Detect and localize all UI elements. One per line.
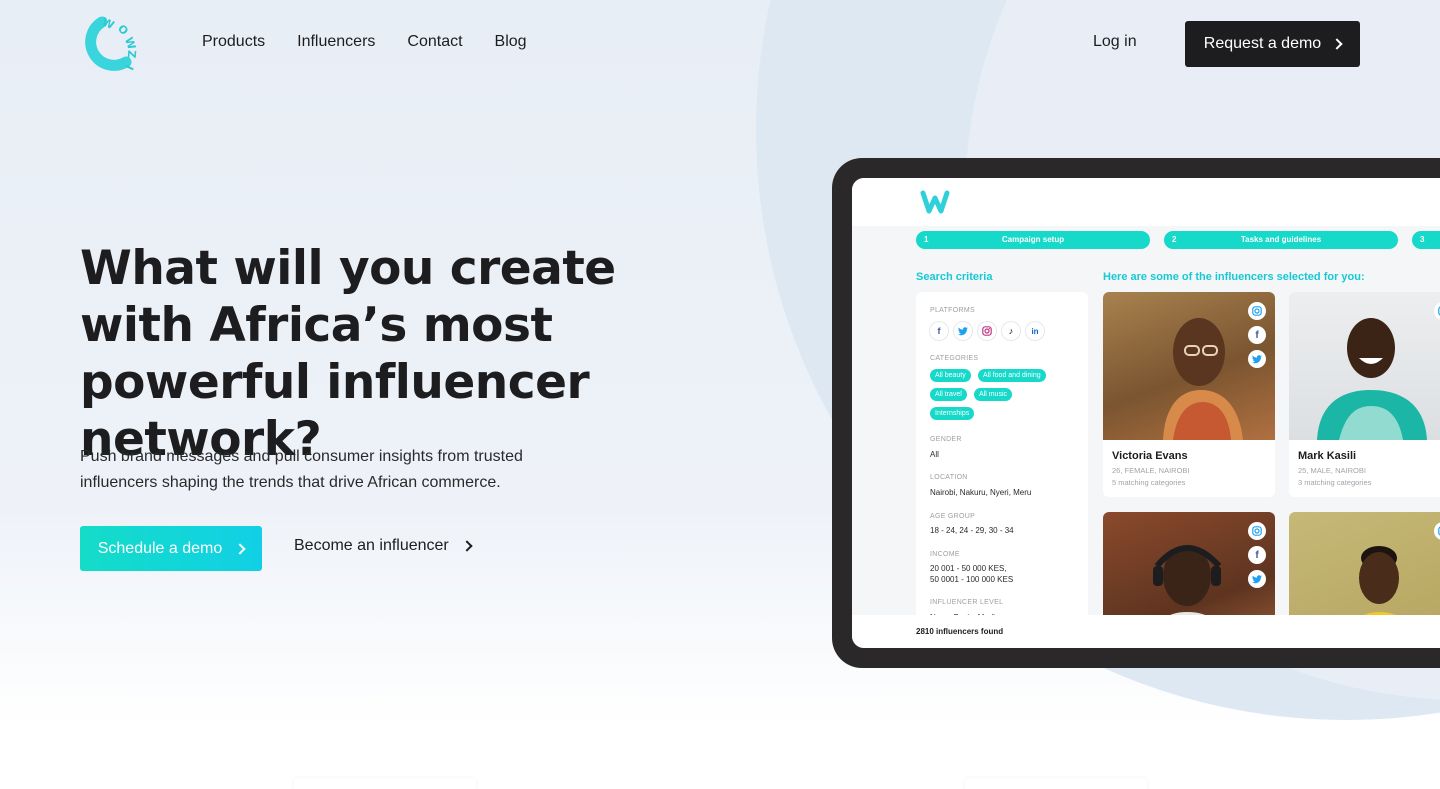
schedule-demo-label: Schedule a demo	[97, 539, 223, 557]
influencer-photo	[1289, 292, 1440, 440]
influencer-photo	[1289, 512, 1440, 622]
category-tag[interactable]: All beauty	[930, 369, 971, 382]
top-nav: W O W Z I Products Influencers Contact B…	[0, 0, 1440, 88]
linkedin-icon[interactable]: in	[1026, 322, 1044, 340]
platform-icons: f ♪ in	[930, 322, 1044, 340]
income-value-2: 50 0001 - 100 000 KES	[930, 575, 1014, 584]
become-influencer-link[interactable]: Become an influencer	[294, 537, 473, 555]
login-link[interactable]: Log in	[1093, 33, 1137, 51]
step-number: 3	[1420, 235, 1425, 244]
app-screen: 1 Campaign setup 2 Tasks and guidelines …	[852, 178, 1440, 648]
step-tasks-guidelines[interactable]: 2 Tasks and guidelines	[1164, 231, 1398, 249]
instagram-icon[interactable]	[978, 322, 996, 340]
gender-label: GENDER	[930, 436, 962, 443]
influencer-matching: 3 matching categories	[1298, 478, 1372, 487]
influencer-card[interactable]	[1289, 512, 1440, 622]
platforms-label: PLATFORMS	[930, 307, 975, 314]
step-label: Campaign setup	[1001, 235, 1065, 244]
influencer-card[interactable]: f	[1103, 512, 1275, 622]
influencer-card[interactable]: Mark Kasili 25, MALE, NAIROBI 3 matching…	[1289, 292, 1440, 497]
income-label: INCOME	[930, 551, 960, 558]
step-campaign-setup[interactable]: 1 Campaign setup	[916, 231, 1150, 249]
instagram-icon[interactable]	[1434, 522, 1440, 540]
wowzi-logo[interactable]: W O W Z I	[80, 14, 140, 74]
nav-blog[interactable]: Blog	[495, 33, 527, 51]
income-value-1: 20 001 - 50 000 KES,	[930, 564, 1007, 573]
app-logo-icon	[920, 190, 950, 214]
twitter-icon[interactable]	[954, 322, 972, 340]
instagram-icon[interactable]	[1248, 522, 1266, 540]
nav-products[interactable]: Products	[202, 33, 265, 51]
nav-influencers[interactable]: Influencers	[297, 33, 375, 51]
influencer-name: Victoria Evans	[1112, 450, 1188, 462]
schedule-demo-button[interactable]: Schedule a demo	[80, 526, 262, 571]
instagram-icon[interactable]	[1248, 302, 1266, 320]
influencer-socials	[1434, 522, 1440, 540]
twitter-icon[interactable]	[1248, 570, 1266, 588]
influencer-name: Mark Kasili	[1298, 450, 1357, 462]
step-three[interactable]: 3	[1412, 231, 1440, 249]
category-tag[interactable]: All music	[974, 388, 1013, 401]
svg-text:I: I	[122, 63, 136, 72]
location-label: LOCATION	[930, 474, 968, 481]
gender-value: All	[930, 450, 939, 459]
nav-contact[interactable]: Contact	[407, 33, 462, 51]
results-footer: 2810 influencers found	[852, 615, 1440, 648]
categories-label: CATEGORIES	[930, 355, 979, 362]
influencer-details: 25, MALE, NAIROBI	[1298, 466, 1366, 475]
request-demo-label: Request a demo	[1203, 35, 1322, 52]
category-tag[interactable]: All food and dining	[978, 369, 1046, 382]
chevron-right-icon	[461, 540, 473, 552]
tiktok-icon[interactable]: ♪	[1002, 322, 1020, 340]
influencer-socials: f	[1248, 522, 1266, 588]
nav-links: Products Influencers Contact Blog	[202, 33, 527, 51]
search-criteria-title: Search criteria	[916, 271, 993, 283]
chevron-right-icon	[234, 542, 246, 555]
hero-headline: What will you create with Africa’s most …	[80, 241, 616, 467]
svg-text:W: W	[122, 36, 138, 52]
facebook-icon[interactable]: f	[1248, 546, 1266, 564]
age-group-value: 18 - 24, 24 - 29, 30 - 34	[930, 526, 1014, 535]
chevron-right-icon	[1331, 38, 1343, 50]
facebook-icon[interactable]: f	[1248, 326, 1266, 344]
feature-card	[294, 778, 476, 789]
age-group-label: AGE GROUP	[930, 513, 976, 520]
step-label: Tasks and guidelines	[1240, 235, 1322, 244]
influencers-found-count: 2810 influencers found	[916, 627, 1004, 636]
influencer-matching: 5 matching categories	[1112, 478, 1186, 487]
location-value: Nairobi, Nakuru, Nyeri, Meru	[930, 488, 1032, 497]
category-tag[interactable]: Internships	[930, 407, 975, 420]
app-header	[852, 178, 1440, 226]
results-title: Here are some of the influencers selecte…	[1103, 271, 1365, 283]
feature-card	[965, 778, 1147, 789]
svg-text:O: O	[115, 22, 131, 38]
become-influencer-label: Become an influencer	[294, 537, 449, 554]
twitter-icon[interactable]	[1248, 350, 1266, 368]
tablet-mockup: 1 Campaign setup 2 Tasks and guidelines …	[832, 158, 1440, 668]
influencer-details: 26, FEMALE, NAIROBI	[1112, 466, 1190, 475]
influencer-level-label: INFLUENCER LEVEL	[930, 599, 1004, 606]
hero-subtext: Push brand messages and pull consumer in…	[80, 448, 523, 491]
category-tag[interactable]: All travel	[930, 388, 967, 401]
influencer-socials	[1434, 302, 1440, 320]
request-demo-button[interactable]: Request a demo	[1185, 21, 1360, 67]
instagram-icon[interactable]	[1434, 302, 1440, 320]
influencer-socials: f	[1248, 302, 1266, 368]
svg-text:Z: Z	[125, 50, 139, 59]
criteria-panel: PLATFORMS f ♪ in CATEGORIES All beauty A…	[916, 292, 1088, 622]
influencer-card[interactable]: f Victoria Evans 26, FEMALE, NAIROBI 5 m…	[1103, 292, 1275, 497]
facebook-icon[interactable]: f	[930, 322, 948, 340]
hero-section: W O W Z I Products Influencers Contact B…	[0, 0, 1440, 725]
